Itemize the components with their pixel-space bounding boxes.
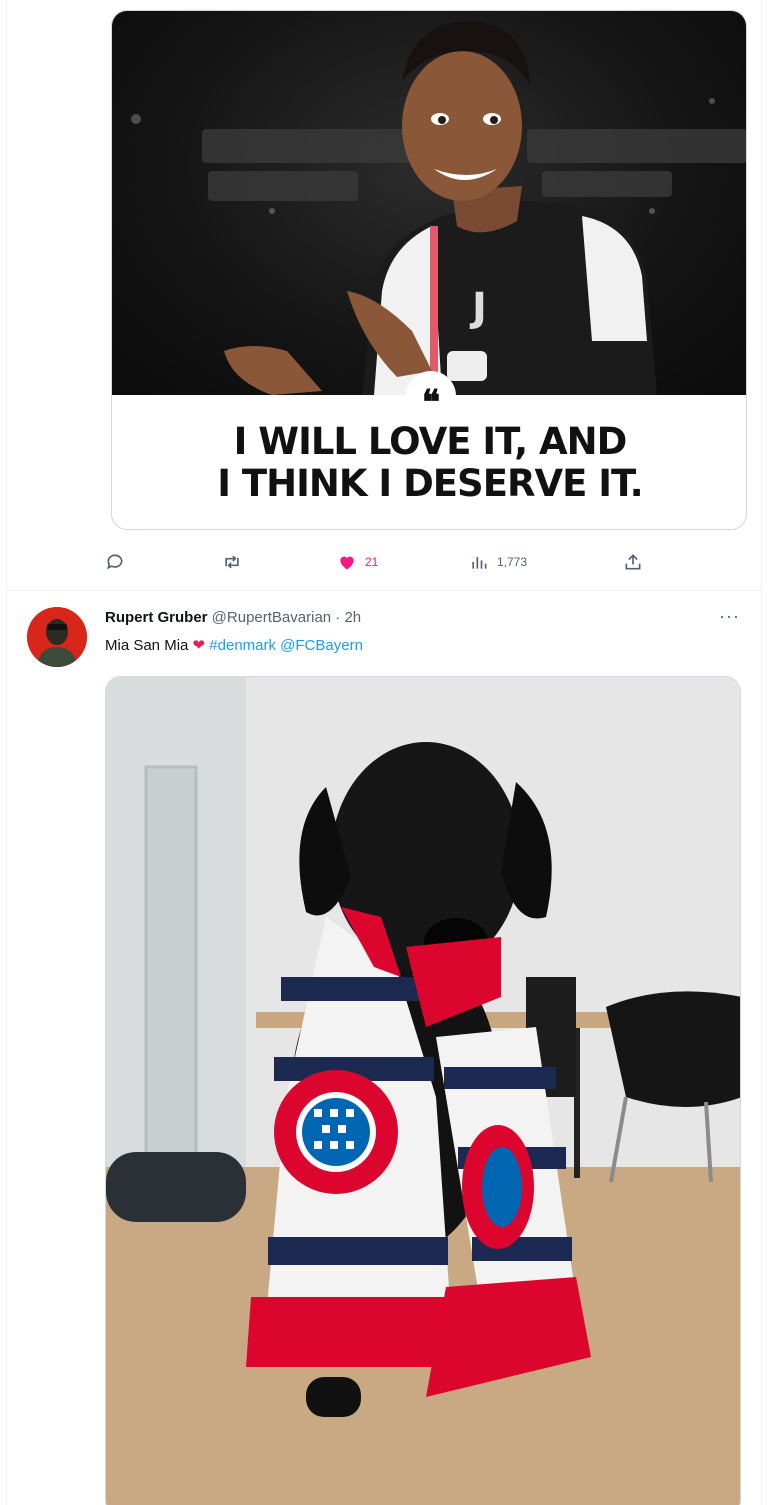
like-count: 21	[365, 555, 379, 569]
retweet-icon	[225, 555, 239, 569]
reply-icon	[107, 554, 123, 570]
like-button[interactable]: 21	[337, 550, 378, 574]
tweet-text: Mia San Mia ❤ #denmark @FCBayern	[105, 636, 363, 656]
tweet-header: Rupert Gruber @RupertBavarian · 2h	[105, 608, 361, 628]
display-name[interactable]: Rupert Gruber	[105, 609, 208, 626]
red-heart-emoji: ❤	[192, 637, 206, 654]
retweet-button[interactable]	[221, 550, 251, 574]
svg-text:J: J	[469, 285, 487, 331]
handle-and-time[interactable]: @RupertBavarian · 2h	[208, 609, 361, 626]
views-icon	[472, 557, 487, 569]
views-count: 1,773	[497, 555, 528, 569]
heart-icon	[340, 556, 354, 570]
tweet-text-start: Mia San Mia	[105, 637, 193, 654]
tweet-action-bar: 21 1,773	[7, 550, 763, 574]
hashtag-link[interactable]: #denmark	[209, 637, 276, 654]
share-button[interactable]	[623, 550, 643, 574]
share-icon	[625, 554, 641, 570]
tweet-media-quote-card[interactable]: J ❝ I WILL LOVE IT, AND I THINK I DESERV…	[111, 10, 747, 530]
avatar[interactable]	[27, 607, 87, 667]
timeline-feed: J ❝ I WILL LOVE IT, AND I THINK I DESERV…	[6, 0, 763, 1505]
views-button[interactable]: 1,773	[469, 550, 527, 574]
tweet-media-dog-photo[interactable]	[105, 676, 741, 1505]
quote-caption: I WILL LOVE IT, AND I THINK I DESERVE IT…	[217, 420, 643, 505]
more-options-icon[interactable]: ···	[719, 606, 740, 627]
quote-mark-icon: ❝	[406, 371, 456, 421]
mention-link[interactable]: @FCBayern	[280, 637, 363, 654]
tweet-divider	[7, 590, 763, 591]
reply-button[interactable]	[105, 550, 133, 574]
player-photo: J	[112, 11, 746, 395]
